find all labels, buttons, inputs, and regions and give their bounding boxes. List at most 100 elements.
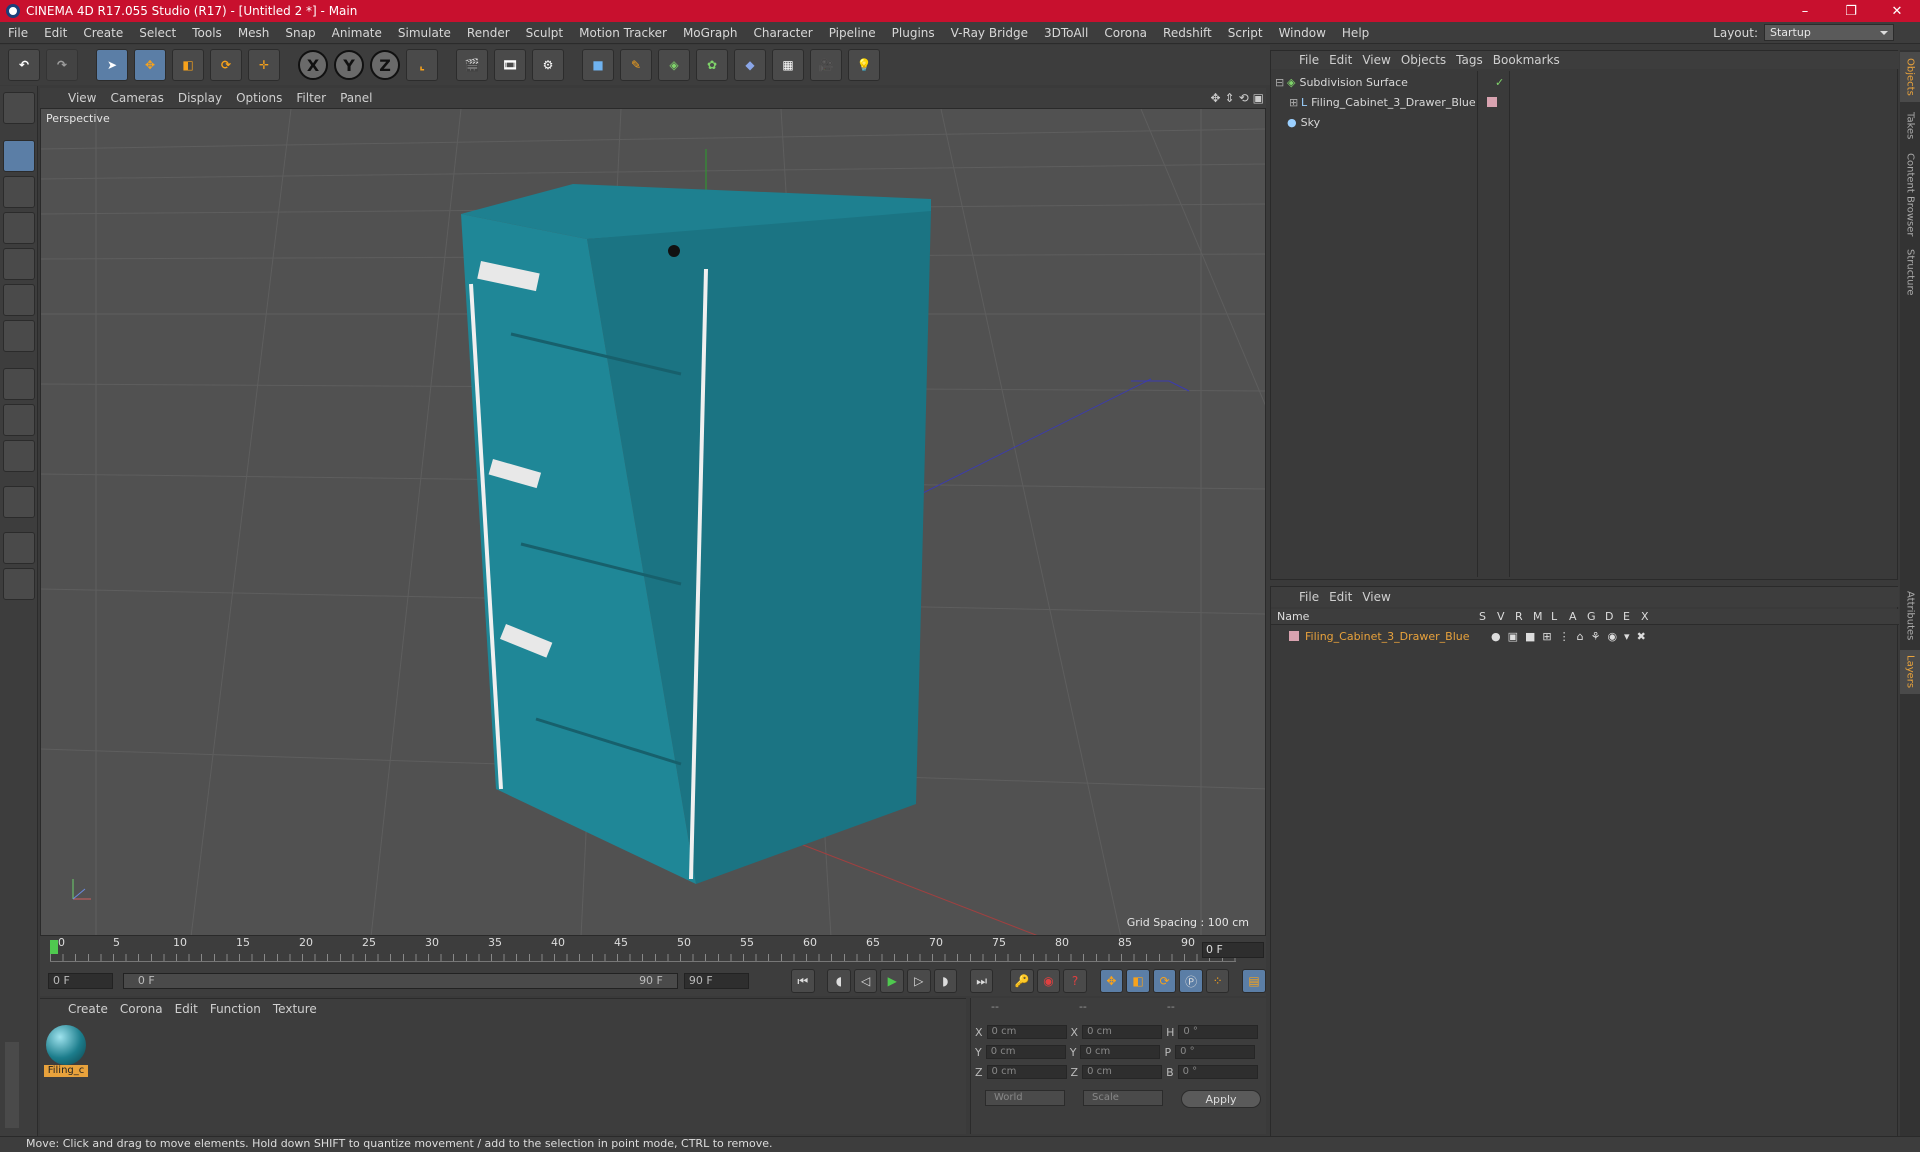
menu-simulate[interactable]: Simulate xyxy=(390,26,459,40)
visibility-check-icon[interactable]: ✓ xyxy=(1495,76,1504,89)
array-button[interactable]: ✿ xyxy=(696,49,728,81)
scale-tool-button[interactable]: ◧ xyxy=(172,49,204,81)
expand-icon[interactable]: ⊞ xyxy=(1289,96,1301,109)
menu-pipeline[interactable]: Pipeline xyxy=(821,26,884,40)
prev-keyframe-button[interactable]: ◖ xyxy=(827,969,851,993)
position-x-field[interactable]: 0 cm xyxy=(986,1025,1067,1039)
next-keyframe-button[interactable]: ◗ xyxy=(933,969,958,993)
object-row[interactable]: ● Sky xyxy=(1275,113,1895,131)
toggle-view-icon[interactable]: ▣ xyxy=(1253,91,1264,105)
viewport-menu-panel[interactable]: Panel xyxy=(336,91,382,105)
frame-range-slider[interactable]: 0 F 90 F xyxy=(122,973,678,989)
timeline[interactable]: 0 5 10 15 20 25 30 35 40 45 50 55 60 65 … xyxy=(40,936,1266,966)
tab-layers[interactable]: Layers xyxy=(1900,650,1920,694)
texture-mode-button[interactable] xyxy=(3,176,35,208)
move-tool-button[interactable]: ✥ xyxy=(134,49,166,81)
menu-edit[interactable]: Edit xyxy=(36,26,75,40)
menu-corona[interactable]: Corona xyxy=(1096,26,1155,40)
layer-menu-file[interactable]: File xyxy=(1295,590,1325,604)
position-z-field[interactable]: 0 cm xyxy=(986,1065,1067,1079)
key-scale-button[interactable]: ◧ xyxy=(1126,969,1150,993)
menu-sculpt[interactable]: Sculpt xyxy=(518,26,571,40)
material-menu-function[interactable]: Function xyxy=(206,1002,269,1016)
key-rotation-button[interactable]: ⟳ xyxy=(1152,969,1177,993)
layer-row[interactable]: Filing_Cabinet_3_Drawer_Blue ●▣■⊞⋮⌂⚘◉▾✖ xyxy=(1275,627,1895,645)
tweak-mode-button[interactable] xyxy=(3,404,35,436)
start-frame-field[interactable]: 0 F xyxy=(48,973,113,989)
size-y-field[interactable]: 0 cm xyxy=(1080,1045,1161,1059)
close-button[interactable]: ✕ xyxy=(1874,0,1920,22)
menu-plugins[interactable]: Plugins xyxy=(884,26,943,40)
undo-button[interactable]: ↶ xyxy=(8,49,40,81)
tab-content-browser[interactable]: Content Browser xyxy=(1900,150,1920,240)
object-menu-bookmarks[interactable]: Bookmarks xyxy=(1489,53,1566,67)
polygons-mode-button[interactable] xyxy=(3,320,35,352)
axis-mode-button[interactable] xyxy=(3,368,35,400)
apply-button[interactable]: Apply xyxy=(1181,1090,1261,1108)
coordinate-system-button[interactable]: ⌞ xyxy=(406,49,438,81)
points-mode-button[interactable] xyxy=(3,248,35,280)
material-menu-create[interactable]: Create xyxy=(64,1002,116,1016)
recent-tool-button[interactable]: ✛ xyxy=(248,49,280,81)
keyframe-selection-button[interactable]: ? xyxy=(1063,969,1087,993)
layer-menu-edit[interactable]: Edit xyxy=(1325,590,1358,604)
menu-snap[interactable]: Snap xyxy=(277,26,323,40)
tab-takes[interactable]: Takes xyxy=(1900,106,1920,146)
go-to-end-button[interactable]: ⏭ xyxy=(969,969,994,993)
spline-pen-button[interactable]: ✎ xyxy=(620,49,652,81)
tab-objects[interactable]: Objects xyxy=(1900,52,1920,102)
tab-structure[interactable]: Structure xyxy=(1900,244,1920,300)
menu-character[interactable]: Character xyxy=(745,26,820,40)
key-parameter-button[interactable]: Ⓟ xyxy=(1179,969,1203,993)
key-pla-button[interactable]: ⁘ xyxy=(1205,969,1230,993)
object-row[interactable]: ⊟ ◈ Subdivision Surface ✓ xyxy=(1275,73,1895,91)
menu-tools[interactable]: Tools xyxy=(184,26,230,40)
render-picture-viewer-button[interactable]: 🎞 xyxy=(494,49,526,81)
viewport-menu-view[interactable]: View xyxy=(64,91,106,105)
menu-motion-tracker[interactable]: Motion Tracker xyxy=(571,26,675,40)
size-x-field[interactable]: 0 cm xyxy=(1082,1025,1163,1039)
object-menu-file[interactable]: File xyxy=(1295,53,1325,67)
menu-redshift[interactable]: Redshift xyxy=(1155,26,1220,40)
minimize-button[interactable]: – xyxy=(1782,0,1828,22)
rotation-p-field[interactable]: 0 ° xyxy=(1175,1045,1256,1059)
menu-file[interactable]: File xyxy=(0,26,36,40)
material-menu-texture[interactable]: Texture xyxy=(269,1002,325,1016)
planar-workplane-button[interactable] xyxy=(3,568,35,600)
size-z-field[interactable]: 0 cm xyxy=(1082,1065,1163,1079)
z-axis-lock-button[interactable]: Z xyxy=(370,50,400,80)
solo-mode-button[interactable] xyxy=(3,440,35,472)
size-mode-dropdown[interactable]: Scale xyxy=(1083,1090,1163,1106)
cube-primitive-button[interactable]: ■ xyxy=(582,49,614,81)
viewport-menu-cameras[interactable]: Cameras xyxy=(106,91,173,105)
menu-help[interactable]: Help xyxy=(1334,26,1377,40)
layer-toggle-icons[interactable]: ●▣■⊞⋮⌂⚘◉▾✖ xyxy=(1491,630,1653,643)
dolly-view-icon[interactable]: ⇕ xyxy=(1225,91,1235,105)
viewport-menu-options[interactable]: Options xyxy=(232,91,292,105)
rotation-b-field[interactable]: 0 ° xyxy=(1177,1065,1258,1079)
playhead[interactable] xyxy=(50,940,58,954)
subdivision-surface-button[interactable]: ◈ xyxy=(658,49,690,81)
snapping-button[interactable] xyxy=(3,486,35,518)
viewport-menu-filter[interactable]: Filter xyxy=(292,91,336,105)
orbit-view-icon[interactable]: ⟲ xyxy=(1239,91,1249,105)
menu-3dtoall[interactable]: 3DToAll xyxy=(1036,26,1096,40)
edges-mode-button[interactable] xyxy=(3,284,35,316)
prev-frame-button[interactable]: ◁ xyxy=(853,969,878,993)
object-menu-view[interactable]: View xyxy=(1358,53,1396,67)
rotation-h-field[interactable]: 0 ° xyxy=(1178,1025,1259,1039)
layout-dropdown[interactable]: Startup xyxy=(1764,24,1894,41)
key-position-button[interactable]: ✥ xyxy=(1099,969,1124,993)
object-row[interactable]: ⊞ L Filing_Cabinet_3_Drawer_Blue xyxy=(1275,93,1895,111)
material-swatch[interactable]: Filing_c xyxy=(44,1025,88,1077)
object-menu-tags[interactable]: Tags xyxy=(1452,53,1489,67)
menu-mograph[interactable]: MoGraph xyxy=(675,26,746,40)
make-editable-button[interactable] xyxy=(3,92,35,124)
y-axis-lock-button[interactable]: Y xyxy=(334,50,364,80)
collapse-icon[interactable]: ⊟ xyxy=(1275,76,1287,89)
layer-menu-view[interactable]: View xyxy=(1358,590,1396,604)
live-selection-button[interactable]: ➤ xyxy=(96,49,128,81)
model-mode-button[interactable] xyxy=(3,140,35,172)
menu-mesh[interactable]: Mesh xyxy=(230,26,278,40)
menu-window[interactable]: Window xyxy=(1271,26,1334,40)
